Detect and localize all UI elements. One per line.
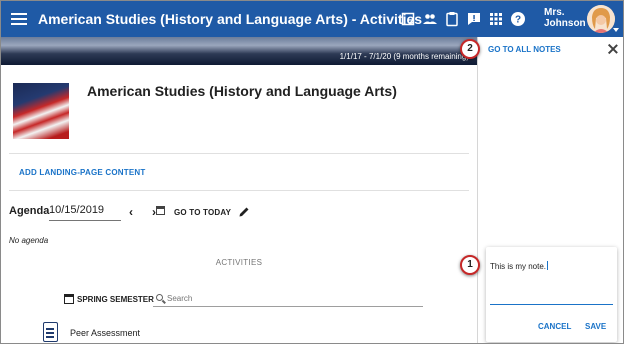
apps-grid-icon[interactable]: [487, 10, 505, 28]
note-input-underline: [490, 304, 613, 305]
main-content: American Studies (History and Language A…: [1, 65, 477, 343]
callout-marker: 1: [460, 255, 480, 275]
edit-pencil-icon[interactable]: [238, 205, 250, 217]
agenda-date-field[interactable]: 10/15/2019: [49, 203, 165, 221]
people-icon[interactable]: [421, 10, 439, 28]
page-title: American Studies (History and Language A…: [38, 11, 423, 27]
user-name: Mrs. Johnson: [544, 7, 586, 29]
go-to-all-notes-link[interactable]: GO TO ALL NOTES: [488, 45, 561, 54]
toolbar-icons: ?: [399, 10, 527, 28]
menu-icon[interactable]: [11, 11, 27, 27]
cancel-button[interactable]: CANCEL: [538, 322, 571, 331]
semester-selector[interactable]: SPRING SEMESTER: [64, 294, 154, 304]
semester-label: SPRING SEMESTER: [77, 295, 154, 304]
calendar-icon: [64, 294, 74, 304]
no-agenda-text: No agenda: [9, 236, 49, 245]
chevron-left-icon[interactable]: ‹: [125, 206, 137, 218]
notes-panel: GO TO ALL NOTES This is my note. CANCEL …: [477, 37, 623, 343]
chevron-right-icon[interactable]: ›: [148, 206, 160, 218]
go-to-today-button[interactable]: GO TO TODAY: [174, 208, 231, 217]
save-button[interactable]: SAVE: [585, 322, 606, 331]
divider: [9, 153, 469, 154]
note-card: This is my note. CANCEL SAVE: [486, 247, 617, 342]
avatar[interactable]: [587, 5, 615, 33]
callout-marker: 2: [460, 39, 480, 59]
app-window: American Studies (History and Language A…: [0, 0, 624, 344]
course-dates: 1/1/17 - 7/1/20 (9 months remaining): [339, 52, 469, 61]
assessment-document-icon: [43, 322, 58, 342]
chevron-down-icon[interactable]: [613, 28, 619, 32]
clipboard-icon[interactable]: [443, 10, 461, 28]
add-landing-page-content-link[interactable]: ADD LANDING-PAGE CONTENT: [19, 168, 145, 177]
list-item[interactable]: Peer Assessment: [70, 328, 140, 338]
agenda-label: Agenda: [9, 205, 50, 217]
course-title: American Studies (History and Language A…: [87, 83, 397, 99]
help-icon[interactable]: ?: [509, 10, 527, 28]
close-icon[interactable]: [607, 43, 619, 55]
search-icon: [156, 294, 163, 301]
svg-text:?: ?: [515, 15, 521, 26]
activities-heading: ACTIVITIES: [215, 258, 263, 267]
app-bar: American Studies (History and Language A…: [1, 1, 623, 37]
note-input[interactable]: This is my note.: [490, 261, 548, 271]
course-image: [13, 83, 69, 139]
search-placeholder: Search: [167, 294, 193, 303]
divider: [9, 190, 469, 191]
course-banner: 1/1/17 - 7/1/20 (9 months remaining): [1, 37, 477, 65]
search-input[interactable]: Search: [153, 291, 423, 307]
notes-icon[interactable]: [399, 10, 417, 28]
agenda-date-value: 10/15/2019: [49, 204, 105, 216]
feedback-icon[interactable]: [465, 10, 483, 28]
